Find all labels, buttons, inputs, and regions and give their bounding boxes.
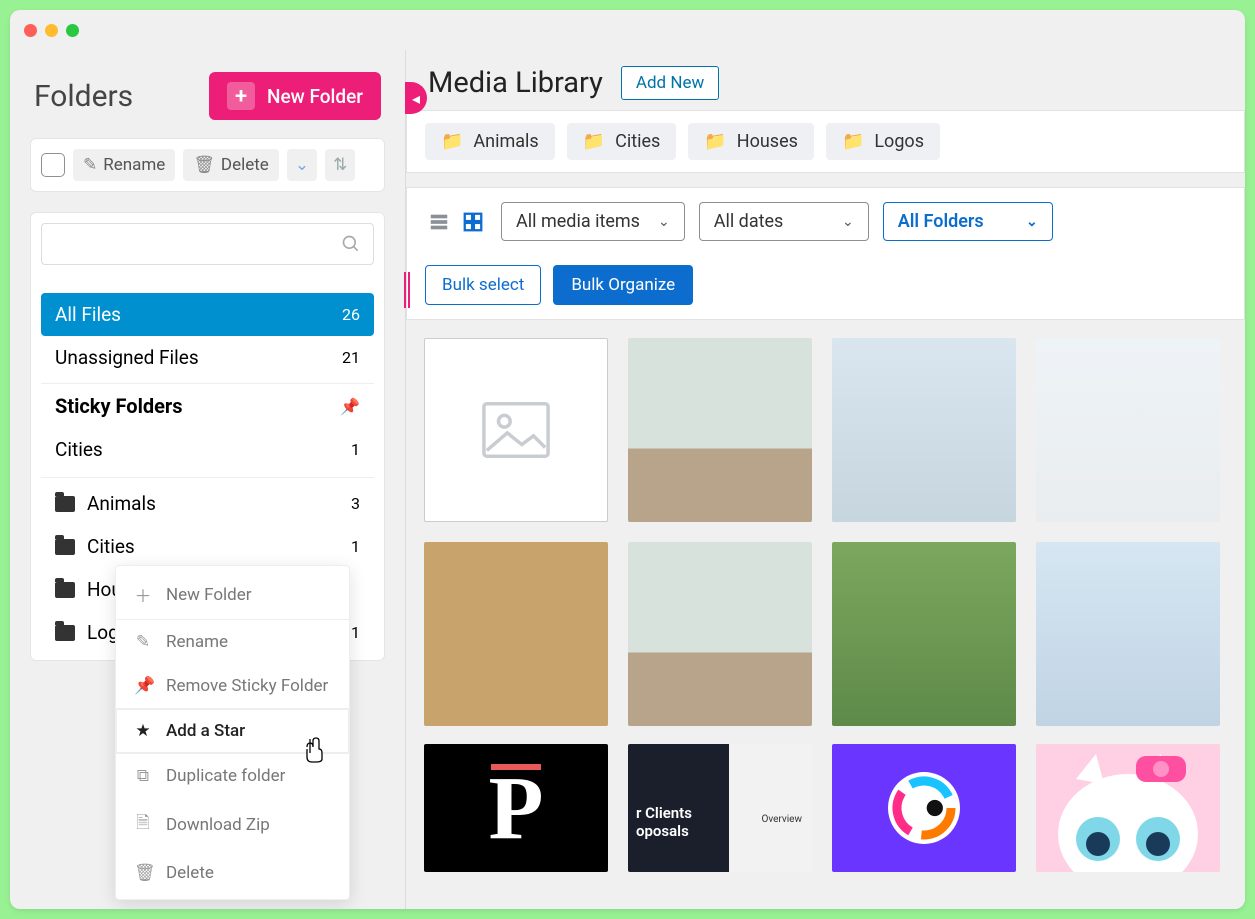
- ctx-rename[interactable]: ✎Rename: [116, 619, 349, 664]
- maximize-dot[interactable]: [66, 24, 79, 37]
- window-titlebar: [10, 10, 1245, 50]
- chevron-down-icon: ⌄: [842, 214, 854, 230]
- grid-view-button[interactable]: [459, 208, 487, 236]
- new-folder-button[interactable]: + New Folder: [209, 72, 381, 120]
- chip-animals[interactable]: 📁Animals: [425, 123, 555, 160]
- ctx-download-zip[interactable]: 🗎Download Zip: [116, 798, 349, 851]
- ctx-new-folder[interactable]: ＋New Folder: [116, 570, 349, 619]
- folder-icon: [55, 582, 75, 598]
- media-thumb[interactable]: [1036, 744, 1220, 872]
- folder-icon: [55, 496, 75, 512]
- sidebar-toolbar: ✎ Rename 🗑 Delete ⌄ ⇅: [30, 138, 385, 192]
- pencil-icon: ✎: [83, 155, 97, 175]
- pin-icon: 📌: [340, 397, 360, 416]
- folder-search-input[interactable]: [41, 223, 374, 265]
- file-icon: 🗎: [134, 810, 152, 839]
- media-thumb[interactable]: [628, 542, 812, 726]
- media-thumb[interactable]: [832, 744, 1016, 872]
- media-grid-row3: P r Clients oposals Overview: [406, 744, 1245, 890]
- chip-logos[interactable]: 📁Logos: [826, 123, 940, 160]
- delete-button[interactable]: 🗑 Delete: [183, 149, 279, 181]
- bulk-organize-button[interactable]: Bulk Organize: [553, 265, 693, 305]
- filter-bar: All media items⌄ All dates⌄ All Folders⌄…: [406, 187, 1245, 320]
- media-thumb[interactable]: r Clients oposals Overview: [628, 744, 812, 872]
- expand-toggle-button[interactable]: ⌄: [287, 149, 317, 181]
- cursor-icon: [304, 737, 324, 768]
- resize-handle[interactable]: [404, 272, 410, 308]
- list-view-button[interactable]: [425, 208, 453, 236]
- chevron-down-icon: ⌄: [295, 155, 309, 175]
- ctx-remove-sticky[interactable]: 📌Remove Sticky Folder: [116, 664, 349, 708]
- folder-icon: 📁: [842, 131, 864, 152]
- folder-icon: 📁: [441, 131, 463, 152]
- folder-icon: 📁: [704, 131, 726, 152]
- search-icon: [341, 234, 361, 254]
- bulk-select-button[interactable]: Bulk select: [425, 265, 541, 305]
- chevron-left-icon: ◂: [412, 89, 420, 108]
- media-grid: [406, 320, 1245, 744]
- image-placeholder-icon: [481, 400, 551, 460]
- swirl-logo-icon: [879, 763, 969, 853]
- chip-houses[interactable]: 📁Houses: [688, 123, 814, 160]
- folder-cities[interactable]: Cities 1: [41, 525, 374, 568]
- main-content: Media Library Add New 📁Animals 📁Cities 📁…: [406, 50, 1245, 909]
- media-thumb[interactable]: [832, 338, 1016, 522]
- media-thumb[interactable]: [424, 542, 608, 726]
- sticky-folders-header: Sticky Folders 📌: [41, 383, 374, 428]
- sticky-folder-cities[interactable]: Cities 1: [41, 428, 374, 471]
- sidebar-title: Folders: [34, 79, 133, 114]
- folder-icon: [55, 625, 75, 641]
- page-title: Media Library: [428, 66, 603, 100]
- media-thumb[interactable]: [628, 338, 812, 522]
- media-type-select[interactable]: All media items⌄: [501, 202, 685, 241]
- minimize-dot[interactable]: [45, 24, 58, 37]
- folder-animals[interactable]: Animals 3: [41, 477, 374, 525]
- ctx-delete[interactable]: 🗑Delete: [116, 851, 349, 895]
- sort-button[interactable]: ⇅: [325, 149, 355, 181]
- copy-icon: ⧉: [134, 766, 152, 786]
- media-thumb[interactable]: [1036, 338, 1220, 522]
- folder-icon: 📁: [583, 131, 605, 152]
- trash-icon: 🗑: [193, 155, 215, 175]
- plus-icon: ＋: [134, 582, 152, 607]
- pin-icon: 📌: [134, 676, 152, 696]
- sort-icon: ⇅: [333, 155, 347, 175]
- media-thumb-placeholder[interactable]: [424, 338, 608, 522]
- add-new-button[interactable]: Add New: [621, 66, 719, 100]
- folder-chip-bar: 📁Animals 📁Cities 📁Houses 📁Logos: [406, 110, 1245, 173]
- media-thumb[interactable]: [832, 542, 1016, 726]
- media-thumb[interactable]: [1036, 542, 1220, 726]
- folder-filter-select[interactable]: All Folders⌄: [883, 202, 1053, 241]
- folder-icon: [55, 539, 75, 555]
- unassigned-files-row[interactable]: Unassigned Files 21: [41, 336, 374, 379]
- close-dot[interactable]: [24, 24, 37, 37]
- plus-icon: +: [227, 82, 255, 110]
- star-icon: ★: [134, 721, 152, 741]
- rename-button[interactable]: ✎ Rename: [73, 149, 175, 181]
- chevron-down-icon: ⌄: [1026, 214, 1038, 230]
- chevron-down-icon: ⌄: [658, 214, 670, 230]
- trash-icon: 🗑: [134, 863, 152, 883]
- kitty-icon: [1036, 744, 1220, 872]
- select-all-checkbox[interactable]: [41, 153, 65, 177]
- date-select[interactable]: All dates⌄: [699, 202, 869, 241]
- app-window: Folders + New Folder ✎ Rename 🗑 Delete ⌄: [10, 10, 1245, 909]
- media-thumb[interactable]: P: [424, 744, 608, 872]
- chip-cities[interactable]: 📁Cities: [567, 123, 677, 160]
- all-files-row[interactable]: All Files 26: [41, 293, 374, 336]
- folder-context-menu: ＋New Folder ✎Rename 📌Remove Sticky Folde…: [115, 565, 350, 900]
- new-folder-label: New Folder: [267, 85, 363, 108]
- pencil-icon: ✎: [134, 632, 152, 652]
